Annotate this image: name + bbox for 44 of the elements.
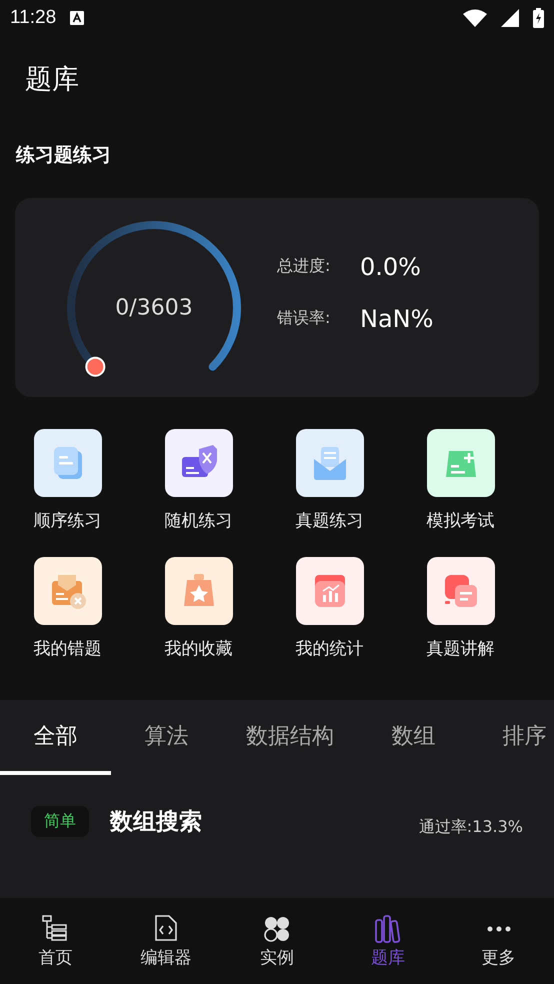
- more-icon: [486, 926, 511, 932]
- stat-value: NaN%: [360, 304, 434, 332]
- shortcut-button[interactable]: [426, 429, 494, 497]
- page-title: 题库: [25, 63, 79, 97]
- stat-label: 错误率:: [277, 308, 332, 329]
- nav-item[interactable]: 更多: [443, 898, 554, 984]
- difficulty-badge: 简单: [31, 806, 89, 837]
- shortcut-label[interactable]: 我的统计: [296, 637, 364, 660]
- keyboard-icon: [70, 11, 84, 25]
- status-time: 11:28: [10, 7, 56, 29]
- category-tab[interactable]: 数据结构: [222, 700, 358, 775]
- stat-label: 总进度:: [277, 256, 332, 277]
- category-tab[interactable]: 排序: [469, 700, 554, 775]
- shortcut-label[interactable]: 模拟考试: [426, 509, 494, 532]
- shortcut-label[interactable]: 我的收藏: [164, 637, 232, 660]
- shortcut-button[interactable]: [164, 557, 232, 625]
- nav-item[interactable]: 实例: [222, 898, 332, 984]
- stat-value: 0.0%: [360, 252, 421, 280]
- shortcut-label[interactable]: 顺序练习: [34, 509, 102, 532]
- question-title[interactable]: 数组搜索: [110, 806, 202, 837]
- nav-item[interactable]: 编辑器: [110, 898, 222, 984]
- shortcut-label[interactable]: 我的错题: [34, 637, 102, 660]
- wifi-icon: [463, 9, 487, 27]
- category-tab[interactable]: 全部: [0, 700, 111, 775]
- battery-icon: [533, 8, 544, 28]
- shortcut-button[interactable]: [34, 557, 102, 625]
- section-title: 练习题练习: [16, 143, 112, 168]
- books-icon: [372, 914, 403, 944]
- shortcut-button[interactable]: [296, 429, 364, 497]
- shortcut-button[interactable]: [164, 429, 232, 497]
- progress-count: 0/3603: [115, 296, 193, 320]
- shortcut-label[interactable]: 真题练习: [296, 509, 364, 532]
- gauge-thumb: [85, 356, 106, 377]
- nav-item[interactable]: 题库: [332, 898, 444, 984]
- signal-icon: [501, 9, 519, 27]
- shortcut-label[interactable]: 真题讲解: [426, 637, 494, 660]
- shortcut-button[interactable]: [296, 557, 364, 625]
- shortcut-label[interactable]: 随机练习: [164, 509, 232, 532]
- category-tab[interactable]: 数组: [358, 700, 469, 775]
- category-tab[interactable]: 算法: [111, 700, 222, 775]
- pass-rate: 通过率:13.3%: [418, 816, 523, 838]
- shortcut-button[interactable]: [426, 557, 494, 625]
- nav-item[interactable]: 首页: [0, 898, 111, 984]
- shortcut-button[interactable]: [34, 429, 102, 497]
